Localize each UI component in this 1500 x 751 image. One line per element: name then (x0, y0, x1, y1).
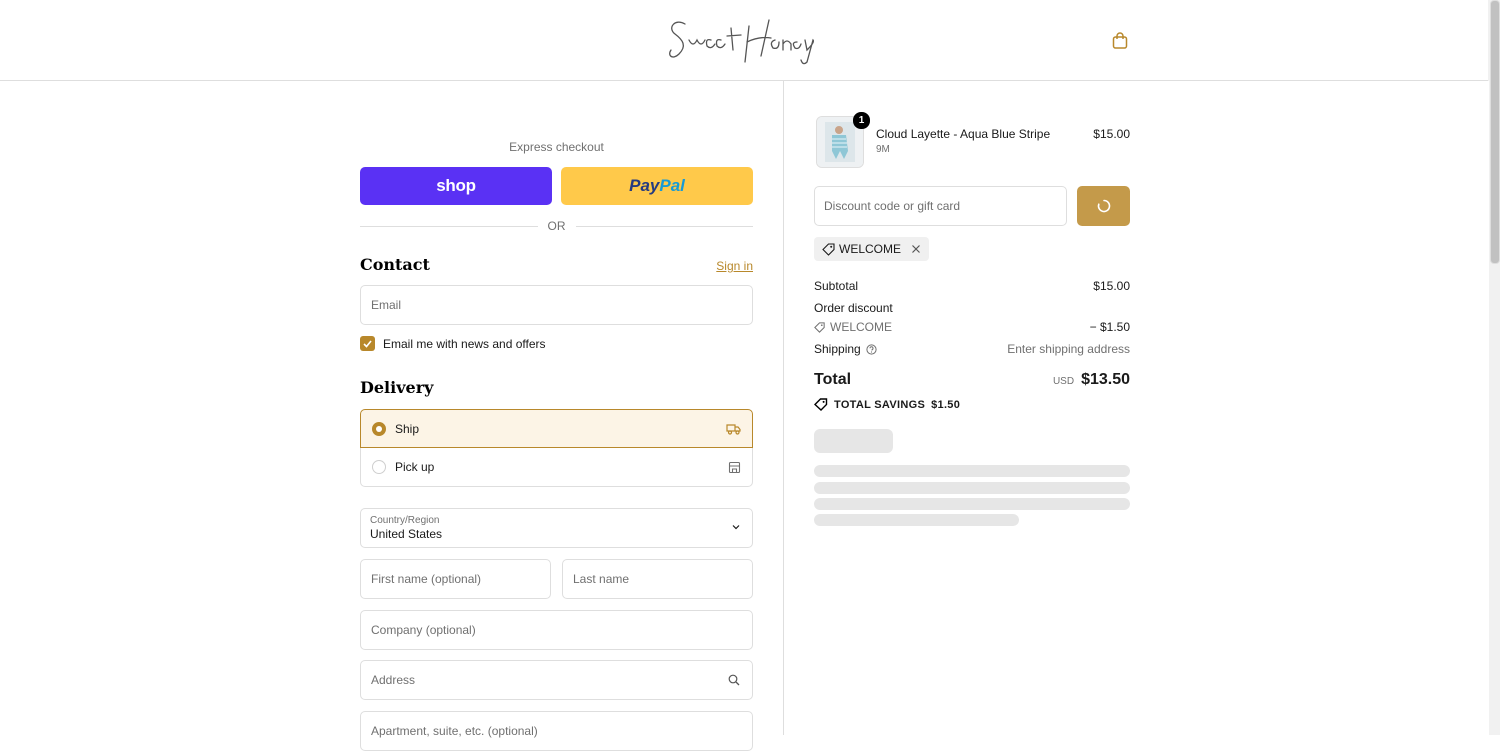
newsletter-checkbox[interactable] (360, 336, 375, 351)
delivery-method-group: Ship Pick up (360, 409, 753, 487)
subtotal-label: Subtotal (814, 279, 859, 293)
remove-discount-button[interactable] (911, 244, 921, 254)
sign-in-link[interactable]: Sign in (690, 259, 753, 273)
store-icon (728, 461, 741, 473)
order-summary: 1 Cloud Layette - Aqua Blue Stripe 9M $1… (783, 81, 1489, 735)
or-label: OR (547, 219, 566, 233)
apply-discount-button[interactable] (1077, 186, 1130, 226)
apartment-placeholder: Apartment, suite, etc. (optional) (371, 724, 538, 738)
order-discount-label: Order discount (814, 301, 893, 315)
search-icon[interactable] (726, 672, 742, 688)
total-savings: TOTAL SAVINGS $1.50 (814, 398, 960, 411)
country-value: United States (370, 527, 443, 541)
address-field[interactable]: Address (360, 660, 753, 700)
product-name: Cloud Layette - Aqua Blue Stripe (876, 127, 1051, 141)
express-checkout-title: Express checkout (509, 140, 604, 154)
savings-label: TOTAL SAVINGS (834, 398, 926, 411)
shop-pay-button[interactable]: shop (360, 167, 552, 205)
paypal-button[interactable]: Pay Pal (561, 167, 753, 205)
ship-radio[interactable] (372, 421, 386, 436)
newsletter-label: Email me with news and offers (383, 336, 546, 351)
delivery-option-ship[interactable]: Ship (360, 409, 753, 448)
discount-code-label: WELCOME (830, 320, 893, 334)
pickup-label: Pick up (395, 460, 435, 474)
total-row: Total USD $13.50 (814, 371, 1130, 389)
total-label: Total (814, 371, 852, 388)
product-variant: 9M (876, 144, 890, 155)
chevron-down-icon (732, 525, 740, 530)
last-name-placeholder: Last name (573, 572, 630, 586)
discount-code-row: WELCOME − $1.50 (814, 320, 1130, 334)
shipping-value: Enter shipping address (1007, 342, 1130, 356)
shop-pay-label: shop (436, 176, 476, 195)
tag-icon (814, 321, 825, 333)
product-price: $15.00 (1093, 127, 1130, 141)
delivery-heading: Delivery (360, 378, 434, 397)
paypal-label-pal: Pal (659, 176, 685, 195)
order-discount-row: Order discount (814, 301, 1130, 315)
apartment-field[interactable]: Apartment, suite, etc. (optional) (360, 711, 753, 751)
contact-heading: Contact (360, 255, 430, 274)
first-name-placeholder: First name (optional) (371, 572, 482, 586)
loading-skeleton (814, 514, 1019, 526)
paypal-label-pay: Pay (629, 176, 660, 195)
scrollbar-thumb[interactable] (1490, 0, 1500, 264)
discount-code-input[interactable]: Discount code or gift card (814, 186, 1067, 226)
email-placeholder: Email (371, 298, 402, 312)
discount-placeholder: Discount code or gift card (824, 199, 961, 213)
country-label: Country/Region (370, 515, 440, 526)
cart-button[interactable] (1110, 30, 1130, 50)
shipping-label: Shipping (814, 342, 861, 356)
page-scrollbar[interactable] (1488, 0, 1500, 735)
shopping-bag-icon (1112, 31, 1128, 49)
applied-code-label: WELCOME (839, 242, 902, 256)
savings-value: $1.50 (931, 398, 961, 411)
total-value: $13.50 (1081, 371, 1130, 388)
company-field[interactable]: Company (optional) (360, 610, 753, 650)
quantity-badge: 1 (853, 112, 870, 129)
loading-skeleton (814, 498, 1130, 510)
or-divider: OR (360, 218, 753, 234)
subtotal-value: $15.00 (1093, 279, 1130, 293)
checkmark-icon (363, 339, 372, 348)
checkout-form: Express checkout shop Pay Pal OR Contact … (0, 81, 783, 751)
loading-skeleton (814, 482, 1130, 494)
company-placeholder: Company (optional) (371, 623, 476, 637)
subtotal-row: Subtotal $15.00 (814, 279, 1130, 293)
email-field[interactable]: Email (360, 285, 753, 325)
loading-skeleton (814, 465, 1130, 477)
last-name-field[interactable]: Last name (562, 559, 753, 599)
country-select[interactable]: Country/Region United States (360, 508, 753, 548)
applied-discount-tag: WELCOME (814, 237, 930, 261)
delivery-option-pickup[interactable]: Pick up (360, 448, 753, 487)
help-icon[interactable] (866, 343, 877, 355)
tag-icon (822, 242, 835, 256)
sweet-honey-logo[interactable] (665, 10, 827, 68)
address-placeholder: Address (371, 673, 416, 687)
discount-value: − $1.50 (1089, 320, 1130, 334)
loading-skeleton (814, 429, 893, 453)
currency-code: USD (1052, 376, 1075, 387)
truck-icon (726, 423, 741, 435)
pickup-radio[interactable] (372, 460, 386, 474)
site-header (0, 0, 1488, 81)
tag-icon (814, 398, 828, 411)
first-name-field[interactable]: First name (optional) (360, 559, 551, 599)
ship-label: Ship (395, 421, 420, 436)
spinner-icon (1097, 199, 1110, 213)
shipping-row: Shipping Enter shipping address (814, 342, 1130, 356)
close-icon (912, 245, 920, 253)
newsletter-option[interactable]: Email me with news and offers (360, 336, 546, 351)
